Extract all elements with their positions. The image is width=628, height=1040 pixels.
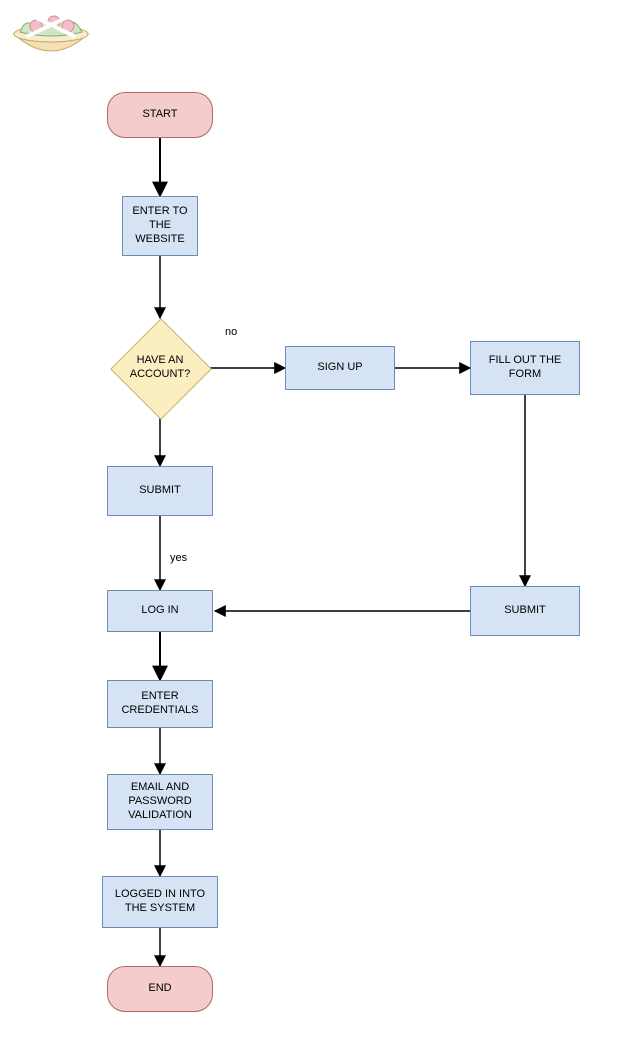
process-fill-form: FILL OUT THE FORM (470, 341, 580, 395)
node-label: SIGN UP (317, 361, 362, 375)
process-sign-up: SIGN UP (285, 346, 395, 390)
logo-salad-bowl (8, 6, 94, 66)
decision-have-account: HAVE AN ACCOUNT? (110, 318, 210, 418)
flowchart-canvas: START ENTER TO THE WEBSITE HAVE AN ACCOU… (0, 0, 628, 1040)
process-enter-website: ENTER TO THE WEBSITE (122, 196, 198, 256)
node-label: LOGGED IN INTO THE SYSTEM (107, 888, 213, 916)
node-label: SUBMIT (504, 604, 546, 618)
terminator-start: START (107, 92, 213, 138)
edge-label-no: no (225, 326, 237, 338)
process-enter-credentials: ENTER CREDENTIALS (107, 680, 213, 728)
node-label: SUBMIT (139, 484, 181, 498)
process-submit-right: SUBMIT (470, 586, 580, 636)
node-label: ENTER CREDENTIALS (112, 690, 208, 718)
node-label: FILL OUT THE FORM (475, 354, 575, 382)
node-label: LOG IN (141, 604, 178, 618)
flowchart-edges (0, 0, 628, 1040)
node-label: HAVE AN ACCOUNT? (110, 354, 210, 382)
terminator-end: END (107, 966, 213, 1012)
process-logged-in: LOGGED IN INTO THE SYSTEM (102, 876, 218, 928)
node-label: END (148, 982, 171, 996)
node-label: START (142, 108, 177, 122)
process-log-in: LOG IN (107, 590, 213, 632)
node-label: EMAIL AND PASSWORD VALIDATION (112, 781, 208, 822)
node-label: ENTER TO THE WEBSITE (127, 205, 193, 246)
process-submit-left: SUBMIT (107, 466, 213, 516)
edge-label-yes: yes (170, 552, 187, 564)
process-validation: EMAIL AND PASSWORD VALIDATION (107, 774, 213, 830)
